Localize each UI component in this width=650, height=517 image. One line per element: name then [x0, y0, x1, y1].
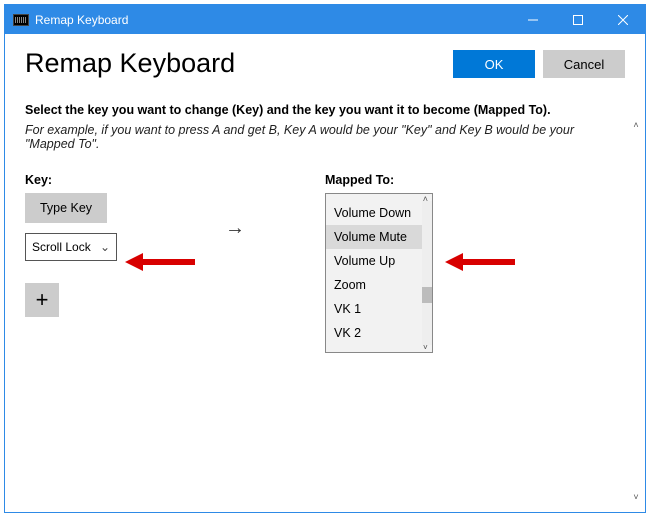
maps-to-arrow-icon: → — [145, 173, 325, 353]
page-scroll-up-icon[interactable]: ˄ — [630, 120, 642, 130]
mapping-row: Key: Type Key Scroll Lock ⌄ + → Mapped T… — [25, 173, 625, 353]
ok-button[interactable]: OK — [453, 50, 535, 78]
cancel-button[interactable]: Cancel — [543, 50, 625, 78]
key-dropdown[interactable]: Scroll Lock ⌄ — [25, 233, 117, 261]
chevron-down-icon: ⌄ — [100, 240, 110, 254]
listbox-scrollbar-track[interactable] — [422, 201, 432, 345]
add-mapping-button[interactable]: + — [25, 283, 59, 317]
page-scrollbar[interactable]: ˄ ˅ — [630, 120, 642, 502]
keyboard-app-icon — [13, 14, 29, 26]
type-key-button[interactable]: Type Key — [25, 193, 107, 223]
maximize-button[interactable] — [555, 5, 600, 34]
listbox-item[interactable]: Volume Down — [326, 201, 432, 225]
page-title: Remap Keyboard — [25, 48, 235, 79]
listbox-scrollbar-thumb[interactable] — [422, 287, 432, 303]
close-button[interactable] — [600, 5, 645, 34]
mapped-column-label: Mapped To: — [325, 173, 495, 187]
listbox-scroll-down-icon[interactable]: ˅ — [326, 345, 432, 352]
listbox-item[interactable]: VK 1 — [326, 297, 432, 321]
listbox-item[interactable]: Zoom — [326, 273, 432, 297]
listbox-item[interactable]: VK 2 — [326, 321, 432, 345]
mapped-to-listbox[interactable]: ˄ Volume DownVolume MuteVolume UpZoomVK … — [325, 193, 433, 353]
key-dropdown-value: Scroll Lock — [32, 240, 91, 254]
content-area: Remap Keyboard OK Cancel Select the key … — [5, 34, 645, 512]
minimize-button[interactable] — [510, 5, 555, 34]
key-column-label: Key: — [25, 173, 145, 187]
page-scroll-down-icon[interactable]: ˅ — [630, 492, 642, 502]
listbox-item[interactable]: Volume Up — [326, 249, 432, 273]
window-title: Remap Keyboard — [35, 13, 128, 27]
window: Remap Keyboard Remap Keyboard OK Cancel … — [4, 4, 646, 513]
listbox-scroll-up-icon[interactable]: ˄ — [326, 194, 432, 201]
titlebar: Remap Keyboard — [5, 5, 645, 34]
instruction-primary: Select the key you want to change (Key) … — [25, 103, 625, 117]
listbox-item[interactable]: Volume Mute — [326, 225, 432, 249]
instruction-example: For example, if you want to press A and … — [25, 123, 625, 151]
